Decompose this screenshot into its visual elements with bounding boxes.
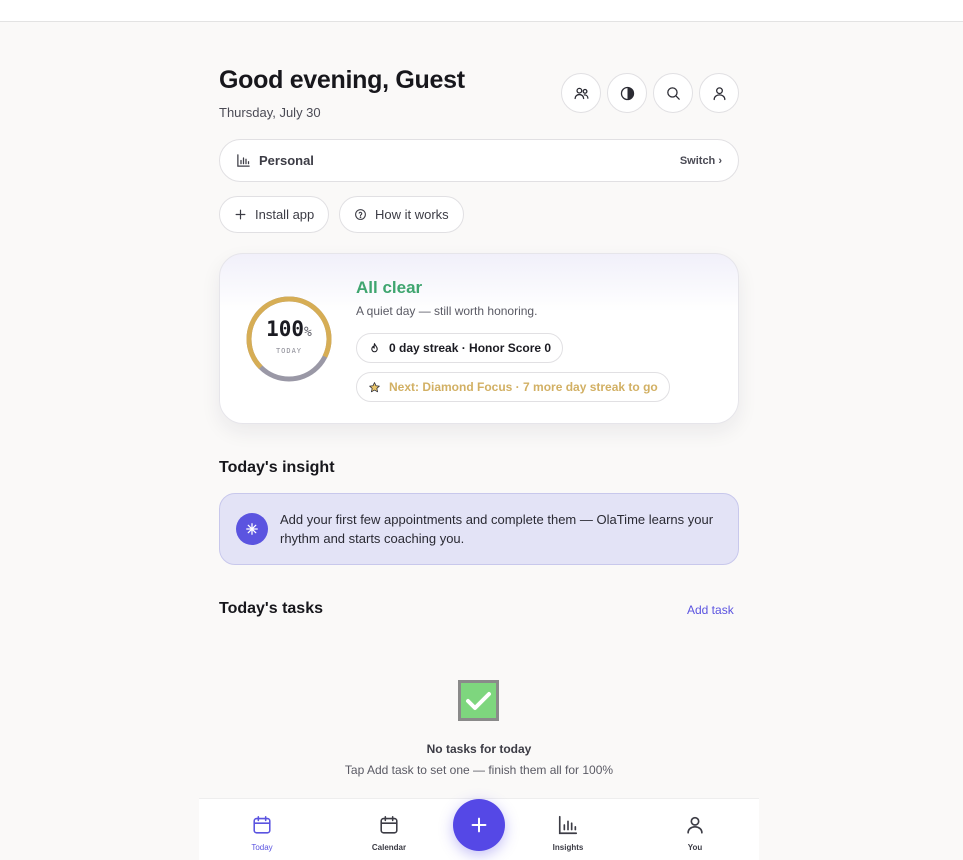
flame-icon — [371, 342, 378, 352]
contrast-icon — [620, 86, 634, 100]
nav-label-you: You — [687, 843, 703, 852]
insight-badge — [236, 513, 268, 545]
search-button[interactable] — [653, 73, 693, 113]
user-icon — [687, 816, 703, 834]
insight-card: Add your first few appointments and comp… — [219, 493, 739, 565]
search-icon — [666, 86, 680, 100]
header-actions — [561, 73, 739, 113]
add-fab-button[interactable] — [453, 799, 505, 851]
checkbox-check-icon — [458, 680, 499, 721]
how-it-works-button[interactable]: How it works — [339, 196, 464, 233]
bar-chart-icon — [237, 154, 250, 167]
daily-summary-card: 100% TODAY All clear A quiet day — still… — [219, 253, 739, 424]
nav-item-calendar[interactable]: Calendar — [349, 799, 429, 860]
top-bar — [0, 0, 963, 22]
how-it-works-label: How it works — [375, 207, 449, 222]
status-subtitle: A quiet day — still worth honoring. — [356, 304, 538, 318]
nav-item-insights[interactable]: Insights — [528, 799, 608, 860]
theme-toggle-button[interactable] — [607, 73, 647, 113]
profile-switcher[interactable]: Personal Switch › — [219, 139, 739, 182]
streak-badge: 0 day streak · Honor Score 0 — [356, 333, 564, 363]
empty-state-subtitle: Tap Add task to set one — finish them al… — [344, 763, 614, 777]
next-milestone-badge: Next: Diamond Focus · 7 more day streak … — [356, 372, 670, 402]
install-app-label: Install app — [255, 207, 315, 222]
nav-label-today: Today — [251, 843, 273, 852]
nav-label-calendar: Calendar — [371, 843, 407, 852]
progress-percent: 100% — [266, 317, 312, 341]
help-circle-icon — [355, 209, 366, 220]
people-button[interactable] — [561, 73, 601, 113]
bottom-nav: Today Calendar Insights You — [199, 798, 759, 860]
bar-chart-icon — [558, 815, 578, 835]
insight-heading: Today's insight — [219, 459, 335, 476]
progress-caption: TODAY — [275, 347, 303, 355]
calendar-icon — [380, 815, 398, 834]
empty-state-title: No tasks for today — [426, 742, 532, 756]
install-app-button[interactable]: Install app — [219, 196, 330, 233]
status-title: All clear — [356, 278, 423, 297]
star-icon — [369, 381, 380, 392]
tasks-heading: Today's tasks — [219, 600, 323, 617]
calendar-icon — [253, 815, 271, 834]
add-task-link[interactable]: Add task — [687, 603, 734, 617]
switch-link[interactable]: Switch › — [680, 155, 722, 167]
profile-label: Personal — [259, 153, 314, 168]
user-icon — [713, 86, 725, 100]
nav-item-you[interactable]: You — [655, 799, 735, 860]
nav-item-today[interactable]: Today — [222, 799, 302, 860]
plus-icon — [235, 209, 246, 220]
nav-label-insights: Insights — [552, 843, 584, 852]
people-icon — [573, 87, 589, 99]
next-milestone-text: Next: Diamond Focus · 7 more day streak … — [389, 380, 658, 394]
insight-text: Add your first few appointments and comp… — [280, 512, 714, 546]
plus-icon — [471, 817, 487, 833]
profile-button[interactable] — [699, 73, 739, 113]
sparkle-icon — [246, 523, 258, 535]
streak-text: 0 day streak · Honor Score 0 — [389, 341, 552, 355]
